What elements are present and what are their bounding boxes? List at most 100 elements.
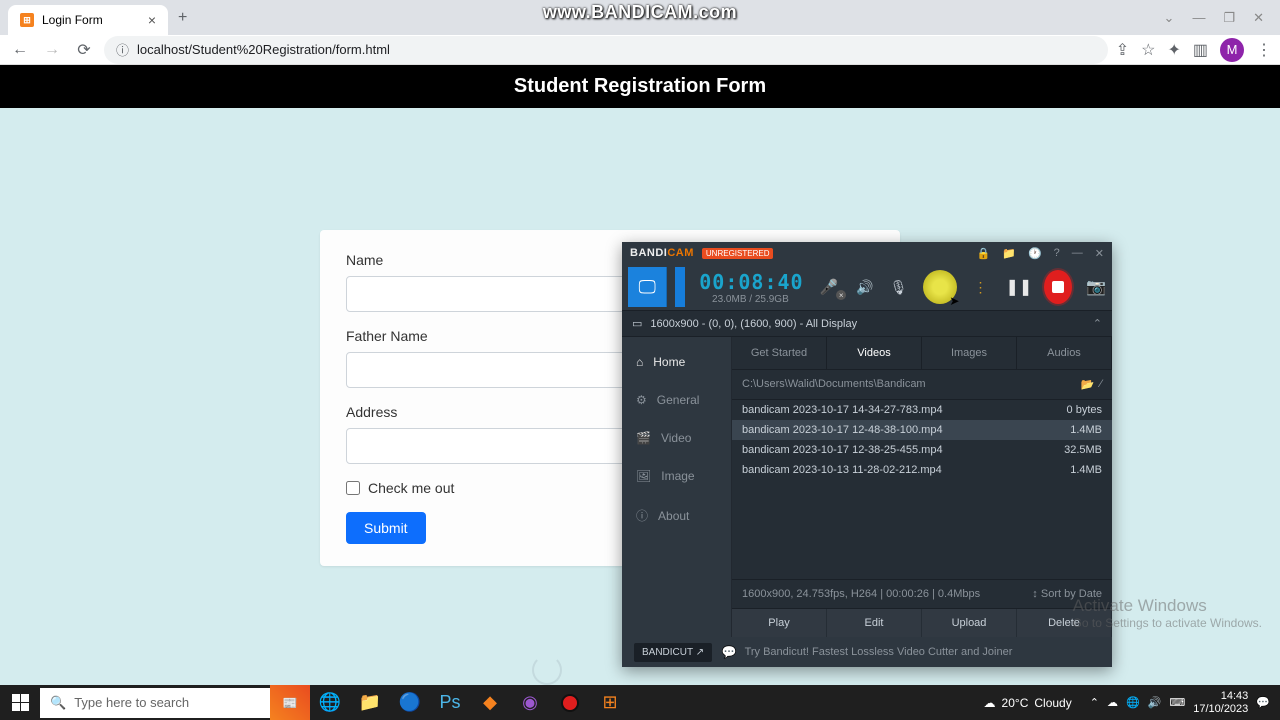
lock-icon[interactable]: 🔒	[977, 247, 991, 260]
url-text: localhost/Student%20Registration/form.ht…	[137, 42, 390, 57]
sidebar-item-video[interactable]: 🎬Video	[622, 419, 731, 457]
screen-mode-button[interactable]: 🖵	[628, 267, 667, 307]
rectangle-icon: ▭	[632, 317, 642, 330]
play-button[interactable]: Play	[732, 609, 827, 637]
extensions-icon[interactable]: ✦	[1167, 40, 1180, 60]
search-icon: 🔍	[50, 695, 66, 711]
volume-icon[interactable]: 🔊	[1148, 696, 1162, 709]
file-row[interactable]: bandicam 2023-10-17 12-38-25-455.mp432.5…	[732, 440, 1112, 460]
chrome-icon[interactable]: 🔵	[390, 685, 430, 720]
microphone-off-icon[interactable]: 🎤×	[820, 278, 839, 296]
activate-windows-watermark: Activate Windows Go to Settings to activ…	[1073, 596, 1262, 630]
webcam-toggle[interactable]: ➤	[923, 270, 957, 304]
chevron-up-icon[interactable]: ⌃	[1093, 317, 1102, 330]
sidepanel-icon[interactable]: ▥	[1193, 40, 1208, 60]
address-bar[interactable]: ⓘ localhost/Student%20Registration/form.…	[104, 36, 1108, 64]
recording-indicator-icon[interactable]	[550, 685, 590, 720]
mic-icon[interactable]: 🎙	[890, 279, 908, 296]
speaker-icon[interactable]: 🔊	[856, 279, 873, 296]
mouse-icon[interactable]: ⋮	[973, 279, 987, 296]
network-icon[interactable]: 🌐	[1126, 696, 1140, 709]
mode-dropdown[interactable]	[675, 267, 685, 307]
file-meta: 1600x900, 24.753fps, H264 | 00:00:26 | 0…	[742, 588, 980, 600]
file-row[interactable]: bandicam 2023-10-17 14-34-27-783.mp40 by…	[732, 400, 1112, 420]
news-icon[interactable]: 📰	[270, 685, 310, 720]
browser-tab[interactable]: ⊞ Login Form ×	[8, 5, 168, 35]
share-icon[interactable]: ⇪	[1116, 40, 1129, 60]
bandicam-window: BANDICAM UNREGISTERED 🔒 📁 🕐 ? — ✕ 🖵 00:0…	[622, 242, 1112, 667]
tab-videos[interactable]: Videos	[827, 337, 922, 369]
browser-toolbar: ← → ⟳ ⓘ localhost/Student%20Registration…	[0, 35, 1280, 65]
file-list: bandicam 2023-10-17 14-34-27-783.mp40 by…	[732, 400, 1112, 579]
maximize-icon[interactable]: ❐	[1223, 10, 1235, 26]
tab-images[interactable]: Images	[922, 337, 1017, 369]
resolution-bar[interactable]: ▭ 1600x900 - (0, 0), (1600, 900) - All D…	[622, 310, 1112, 337]
close-icon[interactable]: ✕	[1095, 247, 1104, 260]
bookmark-icon[interactable]: ☆	[1141, 40, 1155, 60]
image-icon: 🖼	[636, 469, 651, 483]
open-folder-icon[interactable]: 📂	[1080, 378, 1094, 391]
pause-button[interactable]: ❚❚	[1005, 277, 1032, 297]
xampp-icon[interactable]: ⊞	[590, 685, 630, 720]
close-tab-icon[interactable]: ×	[148, 12, 156, 28]
sidebar-item-home[interactable]: ⌂Home	[622, 343, 731, 381]
unregistered-badge: UNREGISTERED	[702, 248, 774, 259]
minimize-icon[interactable]: —	[1192, 10, 1205, 26]
edge-icon[interactable]: 🌐	[310, 685, 350, 720]
sublime-icon[interactable]: ◆	[470, 685, 510, 720]
photoshop-icon[interactable]: Ps	[430, 685, 470, 720]
reload-button[interactable]: ⟳	[72, 38, 96, 62]
favicon: ⊞	[20, 13, 34, 27]
bandicut-link[interactable]: BANDICUT ↗	[634, 643, 712, 662]
folder-icon[interactable]: 📁	[1002, 247, 1016, 260]
tab-get-started[interactable]: Get Started	[732, 337, 827, 369]
recording-size: 23.0MB / 25.9GB	[712, 294, 789, 305]
menu-icon[interactable]: ⋮	[1256, 40, 1272, 60]
file-row[interactable]: bandicam 2023-10-17 12-48-38-100.mp41.4M…	[732, 420, 1112, 440]
file-row[interactable]: bandicam 2023-10-13 11-28-02-212.mp41.4M…	[732, 460, 1112, 480]
video-icon: 🎬	[636, 431, 651, 445]
bandicam-titlebar[interactable]: BANDICAM UNREGISTERED 🔒 📁 🕐 ? — ✕	[622, 242, 1112, 264]
more-icon[interactable]: ⁄	[1100, 378, 1102, 391]
chevron-down-icon[interactable]: ⌄	[1164, 10, 1175, 26]
sidebar-item-image[interactable]: 🖼Image	[622, 457, 731, 495]
upload-button[interactable]: Upload	[922, 609, 1017, 637]
minimize-icon[interactable]: —	[1072, 247, 1083, 260]
notifications-icon[interactable]: 💬	[1256, 696, 1270, 709]
taskbar-search[interactable]: 🔍 Type here to search	[40, 688, 270, 718]
weather-icon: ☁	[984, 696, 996, 710]
back-button[interactable]: ←	[8, 38, 32, 62]
new-tab-button[interactable]: +	[178, 9, 187, 27]
profile-avatar[interactable]: M	[1220, 38, 1244, 62]
sidebar-item-general[interactable]: ⚙General	[622, 381, 731, 419]
stop-record-button[interactable]	[1044, 270, 1072, 304]
tab-audios[interactable]: Audios	[1017, 337, 1112, 369]
save-path: C:\Users\Walid\Documents\Bandicam	[742, 378, 926, 391]
explorer-icon[interactable]: 📁	[350, 685, 390, 720]
clock[interactable]: 14:43 17/10/2023	[1193, 690, 1248, 714]
start-button[interactable]	[0, 685, 40, 720]
resolution-text: 1600x900 - (0, 0), (1600, 900) - All Dis…	[650, 318, 857, 330]
screenshot-button[interactable]: 📷	[1086, 277, 1106, 297]
tray-chevron-icon[interactable]: ⌃	[1090, 696, 1099, 709]
page-title: Student Registration Form	[0, 65, 1280, 108]
info-icon[interactable]: ⓘ	[116, 40, 129, 59]
info-icon: ⓘ	[636, 507, 648, 524]
onedrive-icon[interactable]: ☁	[1107, 696, 1118, 709]
clock-icon[interactable]: 🕐	[1028, 247, 1042, 260]
help-icon[interactable]: ?	[1054, 247, 1060, 260]
language-icon[interactable]: ⌨	[1169, 696, 1185, 709]
check-me-out-checkbox[interactable]	[346, 481, 360, 495]
close-window-icon[interactable]: ✕	[1253, 10, 1264, 26]
app-icon[interactable]: ◉	[510, 685, 550, 720]
forward-button[interactable]: →	[40, 38, 64, 62]
search-placeholder: Type here to search	[74, 695, 189, 710]
submit-button[interactable]: Submit	[346, 512, 426, 544]
home-icon: ⌂	[636, 355, 643, 369]
recording-timer: 00:08:40	[699, 270, 803, 294]
weather-widget[interactable]: ☁ 20°C Cloudy	[984, 696, 1072, 710]
cursor-icon: ➤	[949, 294, 959, 308]
footer-text[interactable]: Try Bandicut! Fastest Lossless Video Cut…	[745, 646, 1013, 658]
edit-button[interactable]: Edit	[827, 609, 922, 637]
sidebar-item-about[interactable]: ⓘAbout	[622, 495, 731, 536]
